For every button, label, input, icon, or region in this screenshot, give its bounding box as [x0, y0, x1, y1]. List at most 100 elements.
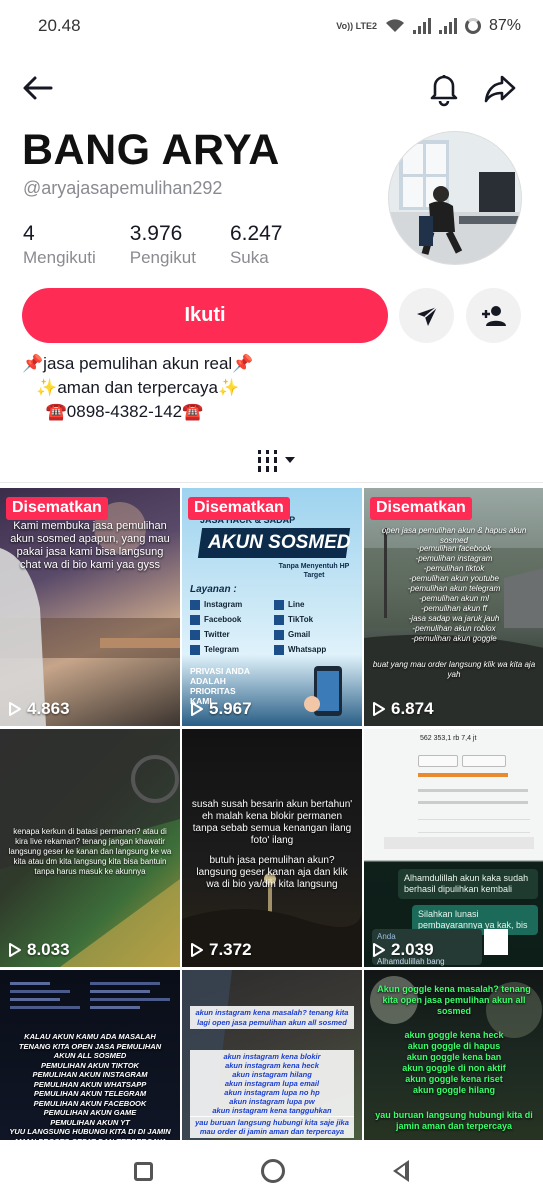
chat-bubble: Alhamdulillah akun kaka sudah berhasil d… — [398, 869, 538, 899]
battery-percent: 87% — [488, 17, 521, 34]
pinned-badge: Disematkan — [6, 497, 108, 520]
screenshot-profile-stats: 562 353,1 rb 7,4 jt — [420, 735, 477, 742]
video-thumbnail — [182, 873, 362, 967]
view-count: 2.039 — [372, 940, 434, 960]
stat-label: Suka — [229, 248, 269, 267]
video-tile[interactable]: susah susah besarin akun bertahun' eh ma… — [182, 729, 362, 967]
service-item: Whatsapp — [274, 645, 326, 655]
view-count-value: 8.033 — [27, 940, 70, 959]
video-service-list: -pemulihan facebook -pemulihan instagram… — [407, 544, 501, 643]
video-tile[interactable]: 562 353,1 rb 7,4 jt Alhamdulillah akun k… — [364, 729, 543, 967]
service-item: Facebook — [190, 615, 241, 625]
home-button[interactable] — [261, 1159, 285, 1183]
back-button[interactable] — [18, 68, 58, 108]
stat-followers[interactable]: 3.976 Pengikut — [130, 222, 196, 268]
avatar-photo — [389, 132, 521, 264]
play-icon — [373, 702, 385, 716]
stat-value: 3.976 — [129, 222, 183, 245]
poster-subtitle: Tanpa Menyentuh HP Target — [278, 563, 350, 579]
view-count: 6.874 — [372, 699, 434, 719]
profile-username: @aryajasapemulihan292 — [23, 178, 223, 198]
pinned-badge: Disematkan — [188, 497, 290, 520]
view-count: 8.033 — [8, 940, 70, 960]
video-caption: Kami membuka jasa pemulihan akun sosmed … — [10, 520, 170, 571]
bio-line: 📌jasa pemulihan akun real📌 — [22, 354, 254, 373]
video-tile[interactable]: kenapa kerkun di batasi permanen? atau d… — [0, 729, 180, 967]
view-count-value: 7.372 — [209, 940, 252, 959]
recent-apps-button[interactable] — [134, 1161, 153, 1181]
play-icon — [9, 943, 21, 957]
video-tile[interactable]: Akun goggle kena masalah? tenang kita op… — [364, 970, 543, 1140]
wifi-icon — [385, 19, 404, 32]
status-bar: 20.48 Vo)) LTE2 87% — [0, 0, 543, 52]
share-button[interactable] — [480, 68, 520, 108]
top-navigation — [0, 60, 543, 112]
video-service-list: akun instagram kena blokir akun instagra… — [190, 1050, 354, 1117]
message-button[interactable] — [399, 288, 454, 343]
stat-following[interactable]: 4 Mengikuti — [23, 222, 96, 268]
add-user-icon — [481, 305, 506, 326]
stat-value: 4 — [23, 222, 35, 245]
video-tile[interactable]: Disematkan open jasa pemulihan akun & ha… — [364, 488, 543, 726]
volte-indicator: Vo)) LTE2 — [336, 20, 377, 31]
system-navigation-bar — [0, 1142, 543, 1200]
send-icon — [416, 305, 437, 326]
view-count: 4.863 — [8, 699, 70, 719]
bio-line: ✨aman dan terpercaya✨ — [22, 378, 240, 397]
video-tile[interactable]: Disematkan Kami membuka jasa pemulihan a… — [0, 488, 180, 726]
poster-layanan-label: Layanan : — [190, 584, 237, 595]
stat-label: Mengikuti — [23, 248, 96, 267]
bell-icon — [430, 75, 458, 107]
video-footer: yau buruan langsung hubungi kita saje ji… — [190, 1116, 354, 1138]
status-icons: Vo)) LTE2 87% — [336, 17, 521, 35]
video-caption: open jasa pemulihan akun & hapus akun so… — [381, 526, 527, 545]
video-caption: KALAU AKUN KAMU ADA MASALAH TENANG KITA … — [9, 1032, 171, 1140]
add-friend-button[interactable] — [466, 288, 521, 343]
stat-value: 6.247 — [229, 222, 283, 245]
video-caption: akun instagram kena masalah? tenang kita… — [190, 1006, 354, 1029]
profile-display-name: BANG ARYA — [22, 126, 280, 174]
video-tile[interactable]: KALAU AKUN KAMU ADA MASALAH TENANG KITA … — [0, 970, 180, 1140]
follow-button[interactable]: Ikuti — [22, 288, 388, 343]
service-item: TikTok — [274, 615, 313, 625]
back-arrow-icon — [23, 76, 53, 100]
video-tile[interactable]: Disematkan JASA HACK & SADAP AKUN SOSMED… — [182, 488, 362, 726]
phone-illustration — [304, 666, 342, 716]
service-item: Line — [274, 600, 304, 610]
video-tile[interactable]: akun instagram kena masalah? tenang kita… — [182, 970, 362, 1140]
service-item: Twitter — [190, 630, 230, 640]
view-count-value: 2.039 — [391, 940, 434, 959]
avatar[interactable] — [388, 131, 522, 265]
video-caption-2: butuh jasa pemulihan akun? langsung gese… — [196, 855, 348, 890]
battery-icon — [464, 18, 481, 34]
poster-title: AKUN SOSMED — [208, 532, 351, 553]
play-icon — [191, 702, 203, 716]
signal-icon — [412, 18, 431, 34]
stat-likes[interactable]: 6.247 Suka — [230, 222, 283, 268]
service-item: Gmail — [274, 630, 310, 640]
video-caption: Akun goggle kena masalah? tenang kita op… — [377, 984, 531, 1016]
bio-line: ☎️0898-4382-142☎️ — [22, 402, 204, 421]
notification-bell-button[interactable] — [424, 68, 464, 108]
pinned-badge: Disematkan — [370, 497, 472, 520]
signal-icon-2 — [438, 18, 457, 34]
video-footer: yau buruan langsung hubungi kita di jami… — [375, 1110, 533, 1131]
service-item: Telegram — [190, 645, 239, 655]
status-time: 20.48 — [38, 16, 81, 35]
view-count-value: 4.863 — [27, 699, 70, 718]
video-caption: kenapa kerkun di batasi permanen? atau d… — [8, 827, 172, 876]
video-grid: Disematkan Kami membuka jasa pemulihan a… — [0, 488, 543, 1142]
share-arrow-icon — [484, 75, 516, 103]
service-item: Instagram — [190, 600, 242, 610]
profile-stats: 4 Mengikuti 3.976 Pengikut 6.247 Suka — [23, 222, 317, 268]
view-count: 7.372 — [190, 940, 252, 960]
play-icon — [9, 702, 21, 716]
view-count-value: 6.874 — [391, 699, 434, 718]
video-footer: buat yang mau order langsung klik wa kit… — [372, 660, 536, 679]
view-count: 5.967 — [190, 699, 252, 719]
play-icon — [191, 943, 203, 957]
system-back-button[interactable] — [393, 1160, 409, 1182]
stat-label: Pengikut — [129, 248, 196, 267]
tab-videos[interactable] — [255, 448, 299, 474]
tab-divider — [0, 482, 543, 483]
